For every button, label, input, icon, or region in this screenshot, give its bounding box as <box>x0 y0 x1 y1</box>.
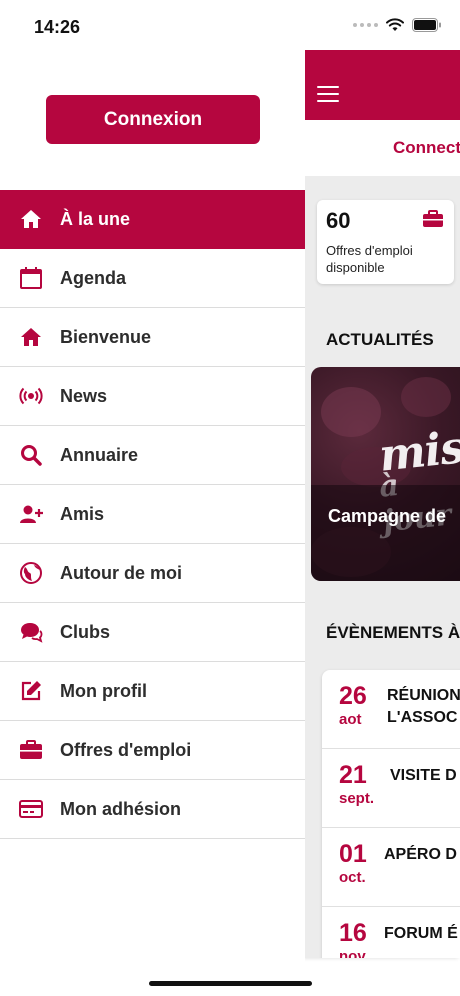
news-section-title: ACTUALITÉS <box>326 330 434 349</box>
battery-icon <box>412 18 441 32</box>
calendar-icon <box>0 266 60 290</box>
home-indicator[interactable] <box>149 981 312 986</box>
menu-item-offres-emploi[interactable]: Offres d'emploi <box>0 721 305 780</box>
status-bar: 14:26 <box>0 0 460 50</box>
job-offers-stat-card[interactable]: 60 Offres d'emploi disponible <box>317 200 454 284</box>
event-day: 26 <box>339 682 367 710</box>
menu-label: Bienvenue <box>60 326 152 347</box>
menu-item-bienvenue[interactable]: Bienvenue <box>0 308 305 367</box>
login-button[interactable]: Connexion <box>46 95 260 144</box>
main-content: Connect 60 Offres d'emploi disponible AC… <box>305 50 460 958</box>
event-title: VISITE D <box>390 767 457 784</box>
event-title: RÉUNION <box>387 687 460 704</box>
menu-label: Annuaire <box>60 444 139 465</box>
search-icon <box>0 443 60 467</box>
event-row[interactable]: 26 aot RÉUNION L'ASSOC <box>322 670 460 749</box>
menu-item-mon-adhesion[interactable]: Mon adhésion <box>0 780 305 839</box>
menu-label: Offres d'emploi <box>60 739 192 760</box>
menu-label: Mon profil <box>60 680 147 701</box>
add-user-icon <box>0 502 60 526</box>
menu-item-agenda[interactable]: Agenda <box>0 249 305 308</box>
briefcase-icon <box>423 210 443 227</box>
event-title: APÉRO D <box>384 846 457 863</box>
menu-label: À la une <box>60 208 131 229</box>
home-icon <box>0 207 60 231</box>
menu-label: Clubs <box>60 621 111 642</box>
menu-label: Autour de moi <box>60 562 182 583</box>
menu-item-amis[interactable]: Amis <box>0 485 305 544</box>
menu-label: Amis <box>60 503 105 524</box>
events-card: 26 aot RÉUNION L'ASSOC 21 sept. VISITE D… <box>322 670 460 958</box>
news-card[interactable]: mise à jour Campagne de <box>311 367 460 581</box>
news-caption: Campagne de <box>328 506 447 526</box>
event-title-line2: L'ASSOC <box>387 709 458 726</box>
event-day: 01 <box>339 840 367 868</box>
menu-item-news[interactable]: News <box>0 367 305 426</box>
home-icon <box>0 325 60 349</box>
hamburger-menu-icon[interactable] <box>317 86 339 102</box>
menu-label: Agenda <box>60 267 127 288</box>
briefcase-icon <box>0 738 60 762</box>
connect-strip[interactable]: Connect <box>305 120 460 176</box>
menu-label: News <box>60 385 108 406</box>
status-time: 14:26 <box>34 17 81 37</box>
event-title: FORUM É <box>384 925 458 942</box>
menu-label: Mon adhésion <box>60 798 181 819</box>
edit-icon <box>0 679 60 703</box>
stat-label: Offres d'emploi disponible <box>326 243 413 275</box>
status-icons <box>353 18 442 32</box>
event-day: 16 <box>339 919 367 947</box>
chat-bubbles-icon <box>0 620 60 644</box>
menu-item-a-la-une[interactable]: À la une <box>0 190 305 249</box>
signal-dots-icon <box>353 23 378 27</box>
event-day: 21 <box>339 761 367 789</box>
broadcast-icon <box>0 384 60 408</box>
drawer-menu: À la une Agenda Bienvenue News Annuaire … <box>0 190 305 839</box>
menu-item-autour-de-moi[interactable]: Autour de moi <box>0 544 305 603</box>
event-month: aot <box>339 711 362 728</box>
globe-icon <box>0 561 60 585</box>
wifi-icon <box>386 18 404 31</box>
app-bar <box>305 50 460 120</box>
event-month: nov. <box>339 948 369 958</box>
menu-item-mon-profil[interactable]: Mon profil <box>0 662 305 721</box>
menu-item-annuaire[interactable]: Annuaire <box>0 426 305 485</box>
credit-card-icon <box>0 797 60 821</box>
events-section-title: ÉVÈNEMENTS À <box>326 623 460 642</box>
event-row[interactable]: 01 oct. APÉRO D <box>322 828 460 907</box>
connect-link[interactable]: Connect <box>393 138 460 158</box>
event-row[interactable]: 16 nov. FORUM É <box>322 907 460 958</box>
side-drawer: Connexion À la une Agenda Bienvenue News… <box>0 50 305 996</box>
news-caption-overlay <box>311 485 460 581</box>
event-month: sept. <box>339 790 375 807</box>
stat-value: 60 <box>326 208 351 233</box>
menu-item-clubs[interactable]: Clubs <box>0 603 305 662</box>
event-row[interactable]: 21 sept. VISITE D <box>322 749 460 828</box>
event-month: oct. <box>339 869 366 886</box>
